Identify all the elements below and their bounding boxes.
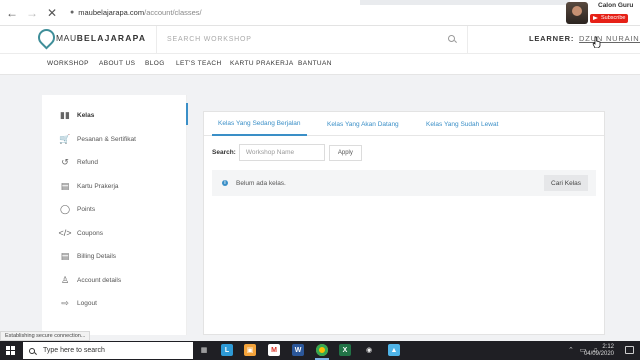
search-icon[interactable] [448,35,455,42]
clock-date: 04/09/2020 [583,351,614,357]
sidebar-item-logout[interactable]: ⇨ Logout [59,296,97,310]
billing-icon: ▤ [60,250,70,261]
teamviewer-icon[interactable]: ◉ [363,344,375,356]
learner-label: LEARNER: [529,34,575,43]
back-icon[interactable]: ← [4,5,20,21]
classes-panel: Kelas Yang Sedang Berjalan Kelas Yang Ak… [203,111,605,335]
sidebar-item-label: Kelas [77,111,95,119]
address-bar[interactable]: ● maubelajarapa.com/account/classes/ [70,5,370,21]
taskbar-search[interactable]: Type here to search [23,342,193,359]
excel-icon[interactable]: X [339,344,351,356]
menu-about-us[interactable]: ABOUT US [99,60,135,67]
forward-icon[interactable]: → [24,5,40,21]
learner-info: LEARNER: DZUN NURAINI [529,34,640,43]
lock-icon: ● [70,9,75,16]
apply-button[interactable]: Apply [328,144,362,161]
sidebar-item-label: Pesanan & Sertifikat [77,135,136,143]
cart-icon: 🛒 [59,133,71,144]
site-search-box [156,26,468,53]
sidebar-item-refund[interactable]: ↺ Refund [59,155,98,169]
empty-notice: i Belum ada kelas. Cari Kelas [212,170,596,196]
photos-icon[interactable]: ▲ [388,344,400,356]
sidebar-item-label: Kartu Prakerja [77,182,119,190]
clock-time: 2:12 [602,344,614,350]
sidebar-item-account-details[interactable]: ♙ Account details [59,273,121,287]
tabstrip-edge [360,0,570,5]
logout-icon: ⇨ [61,297,69,308]
store-icon[interactable]: ▣ [244,344,256,356]
avatar [566,2,588,24]
sidebar-item-billing-details[interactable]: ▤ Billing Details [59,249,116,263]
hand-cursor-icon [592,36,601,48]
sidebar-item-coupons[interactable]: </> Coupons [58,226,104,240]
clock[interactable]: 2:12 04/09/2020 [584,344,614,358]
menu-bantuan[interactable]: BANTUAN [298,60,332,67]
active-app-indicator [315,358,329,360]
sidebar-item-kartu-prakerja[interactable]: ▤ Kartu Prakerja [59,179,119,193]
logo-text: MAUBELAJARAPA [56,32,147,43]
notice-text: Belum ada kelas. [236,179,286,187]
cari-kelas-button[interactable]: Cari Kelas [544,175,588,191]
tab-akan-datang[interactable]: Kelas Yang Akan Datang [327,112,399,136]
menu-kartu-prakerja[interactable]: KARTU PRAKERJA [230,60,294,67]
search-workshop-input[interactable] [167,36,437,43]
browser-status: Establishing secure connection... [0,331,91,341]
refund-icon: ↺ [61,156,69,167]
sidebar-item-points[interactable]: ◯ Points [59,202,95,216]
logo[interactable]: MAUBELAJARAPA [38,29,146,46]
sidebar-item-kelas[interactable]: ▮▮ Kelas [59,108,94,122]
active-indicator [186,103,188,125]
id-card-icon: ▤ [60,180,70,191]
url-path: /account/classes/ [144,8,202,17]
word-icon[interactable]: W [292,344,304,356]
sidebar-item-pesanan[interactable]: 🛒 Pesanan & Sertifikat [59,132,136,146]
taskbar-search-text: Type here to search [43,347,105,354]
subscribe-button[interactable]: Subscribe [590,14,629,23]
learner-name-link[interactable]: DZUN NURAINI [579,34,640,43]
workshop-name-input[interactable] [238,144,325,161]
windows-taskbar: Type here to search ▦ L ▣ M W X ◉ ▲ ⌃ ▭ … [0,341,640,360]
notification-icon[interactable] [625,346,634,354]
code-icon: </> [58,228,72,238]
workshop-filter: Search: Apply [212,144,362,161]
sidebar-item-label: Account details [77,276,122,284]
site-header: MAUBELAJARAPA LEARNER: DZUN NURAINI [0,26,640,54]
search-label: Search: [212,149,236,156]
tab-sudah-lewat[interactable]: Kelas Yang Sudah Lewat [426,112,498,136]
tab-sedang-berjalan[interactable]: Kelas Yang Sedang Berjalan [212,112,307,136]
points-icon: ◯ [59,203,71,214]
gmail-icon[interactable]: M [268,344,280,356]
channel-name: Calon Guru [598,2,634,9]
main-menu: WORKSHOP ABOUT US BLOG LET'S TEACH KARTU… [0,54,640,75]
menu-lets-teach[interactable]: LET'S TEACH [176,60,222,67]
books-icon: ▮▮ [60,109,70,120]
menu-workshop[interactable]: WORKSHOP [47,60,89,67]
windows-start-icon[interactable] [6,346,15,355]
location-pin-icon [38,29,51,46]
sidebar-item-label: Points [77,205,96,213]
url-host: maubelajarapa.com [78,8,145,17]
channel-overlay: Calon Guru Subscribe [566,2,638,26]
sidebar-item-label: Coupons [77,229,104,237]
search-icon [29,347,35,354]
class-tabs: Kelas Yang Sedang Berjalan Kelas Yang Ak… [204,112,604,136]
user-icon: ♙ [60,274,70,285]
sidebar-item-label: Logout [77,299,97,307]
sidebar-item-label: Refund [77,158,98,166]
menu-blog[interactable]: BLOG [145,60,165,67]
sidebar-item-label: Billing Details [77,252,117,260]
chrome-icon[interactable] [316,344,328,356]
app-l-icon[interactable]: L [221,344,233,356]
account-sidebar: ▮▮ Kelas 🛒 Pesanan & Sertifikat ↺ Refund ▤ K… [42,95,188,335]
task-view-icon[interactable]: ▦ [198,344,210,356]
stop-loading-icon[interactable]: ✕ [44,5,60,21]
info-icon: i [222,180,228,186]
